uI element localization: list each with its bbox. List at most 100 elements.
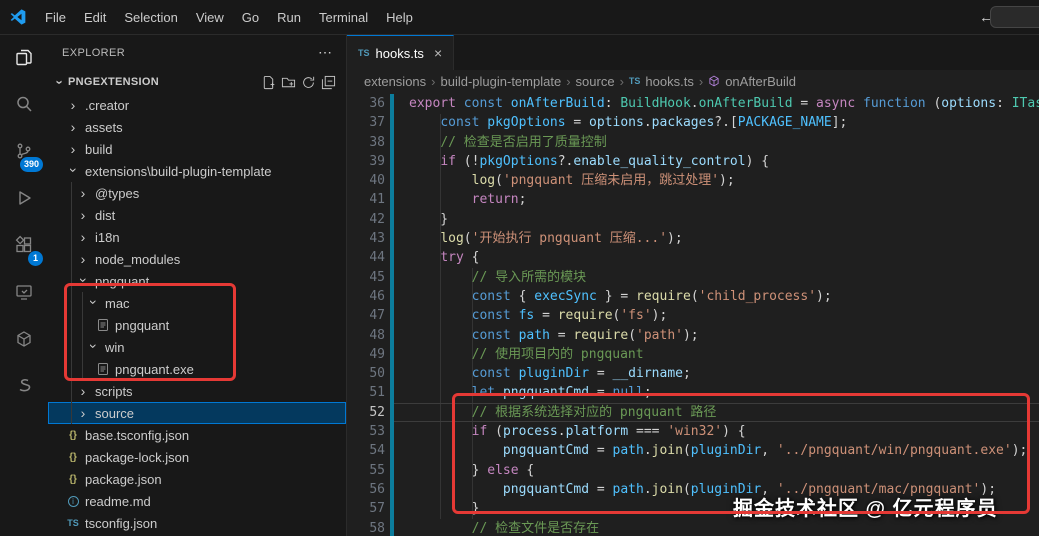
tree-item-label: i18n <box>95 229 120 245</box>
tree-item-extensions-build-plugin-template[interactable]: › extensions\build-plugin-template <box>48 160 346 182</box>
tree-item-base-tsconfig-json[interactable]: {} base.tsconfig.json <box>48 424 346 446</box>
search-view-button[interactable] <box>0 82 48 129</box>
code-line-49[interactable]: 49 // 使用项目内的 pngquant <box>347 344 1039 365</box>
code-line-46[interactable]: 46 const { execSync } = require('child_p… <box>347 286 1039 307</box>
line-number: 52 <box>369 404 385 420</box>
menu-run[interactable]: Run <box>268 8 310 27</box>
chevron-right-icon: › <box>80 185 86 201</box>
code-line-38[interactable]: 38 // 检查是否启用了质量控制 <box>347 132 1039 152</box>
code-line-50[interactable]: 50 const pluginDir = __dirname; <box>347 364 1039 384</box>
tree-item-i18n[interactable]: › i18n <box>48 226 346 248</box>
tree-item-readme-md[interactable]: i readme.md <box>48 490 346 512</box>
file-tree: › .creator › assets › build › extensions\build-… <box>48 94 346 534</box>
tree-item-pngquant-exe[interactable]: pngquant.exe <box>48 358 346 380</box>
code-line-54[interactable]: 54 pngquantCmd = path.join(pluginDir, '.… <box>347 441 1039 461</box>
tree-item-tsconfig-json[interactable]: TS tsconfig.json <box>48 512 346 534</box>
tree-item-package-json[interactable]: {} package.json <box>48 468 346 490</box>
new-folder-icon[interactable] <box>281 75 296 90</box>
menu-selection[interactable]: Selection <box>115 8 186 27</box>
line-number: 37 <box>369 115 385 131</box>
tree-item-mac[interactable]: › mac <box>48 292 346 314</box>
source-control-view-button[interactable]: 390 <box>0 129 48 176</box>
s-curve-icon <box>14 376 34 399</box>
tree-item-label: win <box>105 339 125 355</box>
code-line-52[interactable]: 52 // 根据系统选择对应的 pngquant 路径 <box>347 402 1039 423</box>
cube-extension-view-button[interactable] <box>0 317 48 364</box>
code-line-41[interactable]: 41 return; <box>347 190 1039 210</box>
line-number: 44 <box>369 250 385 266</box>
explorer-sidebar: EXPLORER ⋯ › PNGEXTENSION › .creator › a… <box>48 35 347 536</box>
tree-item-source[interactable]: › source <box>48 402 346 424</box>
breadcrumb-item-hooks-ts[interactable]: hooks.ts <box>645 74 693 89</box>
breadcrumb-item-onafterbuild[interactable]: onAfterBuild <box>725 74 796 89</box>
command-center-searchbox[interactable] <box>990 6 1039 28</box>
menu-view[interactable]: View <box>187 8 233 27</box>
extensions-badge: 1 <box>28 251 43 266</box>
code-line-44[interactable]: 44 try { <box>347 248 1039 268</box>
collapse-all-icon[interactable] <box>321 75 336 90</box>
code-line-47[interactable]: 47 const fs = require('fs'); <box>347 306 1039 326</box>
menu-edit[interactable]: Edit <box>75 8 115 27</box>
tree-item--types[interactable]: › @types <box>48 182 346 204</box>
new-file-icon[interactable] <box>261 75 276 90</box>
code-line-39[interactable]: 39 if (!pkgOptions?.enable_quality_contr… <box>347 151 1039 172</box>
code-line-48[interactable]: 48 const path = require('path'); <box>347 325 1039 345</box>
explorer-view-button[interactable] <box>0 35 48 82</box>
menu-help[interactable]: Help <box>377 8 422 27</box>
tree-item-build[interactable]: › build <box>48 138 346 160</box>
file-icon <box>94 363 112 375</box>
code-text: const fs = require('fs'); <box>471 308 668 324</box>
remote-preview-view-button[interactable] <box>0 270 48 317</box>
code-line-53[interactable]: 53 if (process.platform === 'win32') { <box>347 422 1039 442</box>
breadcrumb-item-extensions[interactable]: extensions <box>364 74 426 89</box>
code-line-43[interactable]: 43 log('开始执行 pngquant 压缩...'); <box>347 229 1039 249</box>
code-text: export const onAfterBuild: BuildHook.onA… <box>409 96 1039 111</box>
menu-go[interactable]: Go <box>233 8 268 27</box>
code-line-45[interactable]: 45 // 导入所需的模块 <box>347 267 1039 287</box>
code-line-36[interactable]: 36 export const onAfterBuild: BuildHook.o… <box>347 94 1039 114</box>
file-icon <box>94 319 112 331</box>
code-text: log('开始执行 pngquant 压缩...'); <box>440 231 683 247</box>
code-line-37[interactable]: 37 const pkgOptions = options.packages?.… <box>347 113 1039 133</box>
chevron-right-icon: › <box>70 119 76 135</box>
run-debug-view-button[interactable] <box>0 176 48 223</box>
menu-file[interactable]: File <box>36 8 75 27</box>
menu-terminal[interactable]: Terminal <box>310 8 377 27</box>
breadcrumb-item-build-plugin-template[interactable]: build-plugin-template <box>441 74 562 89</box>
tree-item-assets[interactable]: › assets <box>48 116 346 138</box>
editor-group: TS hooks.ts × extensions › build-plugin-te… <box>347 35 1039 536</box>
code-line-51[interactable]: 51 let pngquantCmd = null; <box>347 383 1039 403</box>
tree-item-label: source <box>95 405 135 421</box>
tree-item-pngquant[interactable]: pngquant <box>48 314 346 336</box>
tree-item-label: package-lock.json <box>85 449 190 465</box>
tree-item-label: scripts <box>95 383 133 399</box>
tree-item-node-modules[interactable]: › node_modules <box>48 248 346 270</box>
code-text: } else { <box>409 462 535 478</box>
code-line-55[interactable]: 55 } else { <box>347 460 1039 480</box>
json-file-icon: {} <box>69 429 77 441</box>
code-editor[interactable]: 36 export const onAfterBuild: BuildHook.o… <box>347 92 1039 536</box>
extensions-view-button[interactable]: 1 <box>0 223 48 270</box>
code-line-40[interactable]: 40 log('pngquant 压缩未启用，跳过处理'); <box>347 171 1039 191</box>
code-text: // 检查是否启用了质量控制 <box>440 134 607 150</box>
refresh-icon[interactable] <box>301 75 316 90</box>
chevron-down-icon: › <box>85 343 102 349</box>
code-line-58[interactable]: 58 // 检查文件是否存在 <box>347 518 1039 536</box>
project-section-header[interactable]: › PNGEXTENSION <box>48 70 346 94</box>
tree-item--creator[interactable]: › .creator <box>48 94 346 116</box>
tree-item-pngquant[interactable]: › pngquant <box>48 270 346 292</box>
typescript-icon: TS <box>628 76 641 86</box>
code-line-42[interactable]: 42 } <box>347 209 1039 230</box>
more-actions-icon[interactable]: ⋯ <box>318 44 332 61</box>
line-number: 36 <box>369 96 385 111</box>
tab-hooks-ts[interactable]: TS hooks.ts × <box>347 35 455 70</box>
tree-item-dist[interactable]: › dist <box>48 204 346 226</box>
scm-changes-badge: 390 <box>19 157 43 172</box>
tree-item-package-lock-json[interactable]: {} package-lock.json <box>48 446 346 468</box>
typescript-icon: TS <box>358 48 370 58</box>
tree-item-scripts[interactable]: › scripts <box>48 380 346 402</box>
breadcrumb-item-source[interactable]: source <box>576 74 615 89</box>
tab-close-icon[interactable]: × <box>434 45 442 61</box>
tree-item-win[interactable]: › win <box>48 336 346 358</box>
s-extension-view-button[interactable] <box>0 364 48 411</box>
